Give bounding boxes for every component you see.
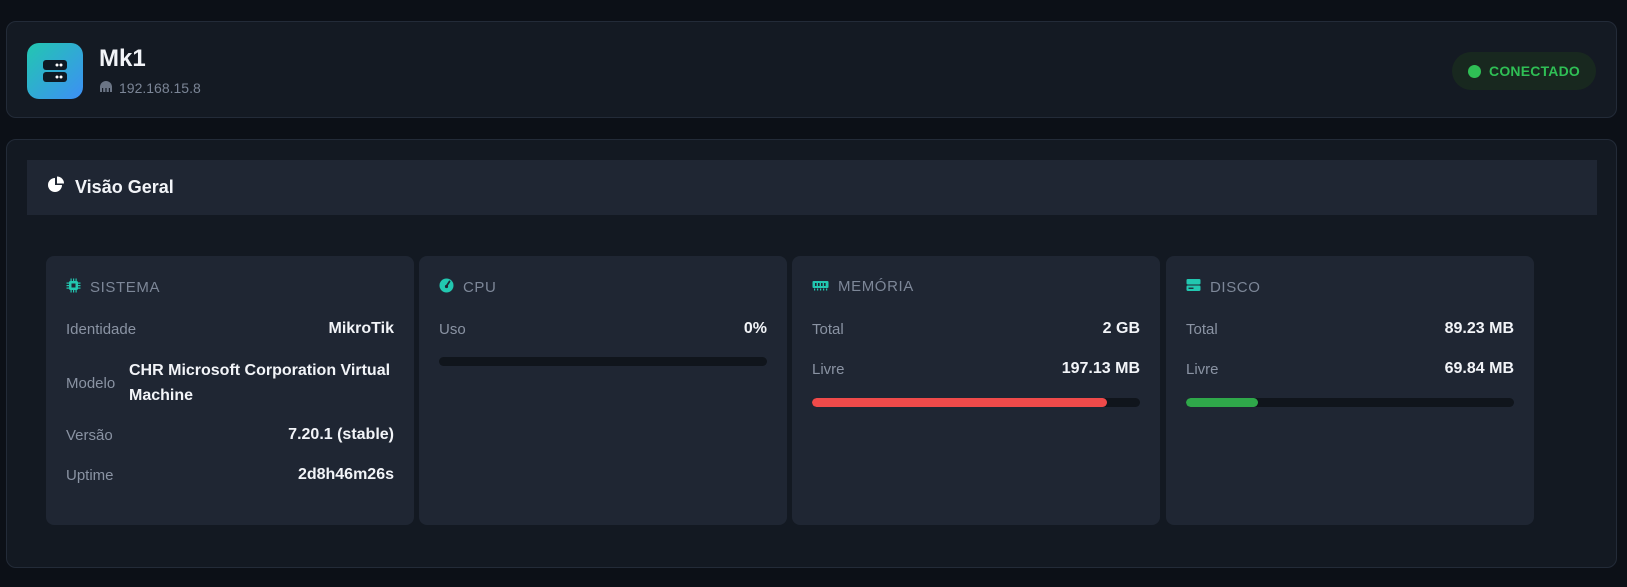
memory-icon xyxy=(812,278,829,295)
pie-chart-icon xyxy=(47,176,65,199)
disk-total-row: Total 89.23 MB xyxy=(1186,320,1514,338)
memory-total-row: Total 2 GB xyxy=(812,320,1140,338)
system-panel: SISTEMA Identidade MikroTik Modelo CHR M… xyxy=(46,256,414,525)
cpu-usage-value: 0% xyxy=(743,320,767,337)
disk-usage-bar xyxy=(1186,398,1514,407)
version-label: Versão xyxy=(66,426,113,444)
drive-icon xyxy=(1186,278,1201,296)
model-label: Modelo xyxy=(66,374,116,392)
section-header: Visão Geral xyxy=(27,160,1597,215)
network-icon xyxy=(99,80,113,96)
memory-usage-bar xyxy=(812,398,1140,407)
cpu-panel: CPU Uso 0% xyxy=(419,256,787,525)
memory-panel: MEMÓRIA Total 2 GB Livre 197.13 MB xyxy=(792,256,1160,525)
disk-total-value: 89.23 MB xyxy=(1444,320,1514,337)
gauge-icon xyxy=(439,278,454,297)
disk-free-value: 69.84 MB xyxy=(1444,360,1514,377)
memory-total-value: 2 GB xyxy=(1102,320,1140,337)
section-title: Visão Geral xyxy=(75,177,174,197)
ip-address-row: 192.168.15.8 xyxy=(99,80,201,96)
uptime-label: Uptime xyxy=(66,466,114,484)
version-value: 7.20.1 (stable) xyxy=(288,426,394,443)
disk-panel-header: DISCO xyxy=(1186,278,1261,296)
version-row: Versão 7.20.1 (stable) xyxy=(66,426,394,444)
disk-free-row: Livre 69.84 MB xyxy=(1186,360,1514,378)
status-dot-icon xyxy=(1468,64,1482,78)
identity-value: MikroTik xyxy=(328,320,395,337)
memory-total-label: Total xyxy=(812,320,844,338)
cpu-usage-bar xyxy=(439,357,767,366)
cpu-usage-row: Uso 0% xyxy=(439,320,767,338)
uptime-row: Uptime 2d8h46m26s xyxy=(66,466,394,484)
memory-usage-bar-fill xyxy=(812,398,1108,407)
cpu-usage-label: Uso xyxy=(439,320,466,338)
system-panel-header: SISTEMA xyxy=(66,278,160,297)
memory-free-label: Livre xyxy=(812,360,845,378)
memory-panel-title: MEMÓRIA xyxy=(838,278,914,295)
model-value: CHR Microsoft Corporation Virtual Machin… xyxy=(129,362,391,404)
disk-panel-title: DISCO xyxy=(1210,278,1261,296)
disk-free-label: Livre xyxy=(1186,360,1219,378)
chip-icon xyxy=(66,278,81,297)
server-icon xyxy=(27,43,83,99)
disk-usage-bar-fill xyxy=(1186,398,1259,407)
memory-free-value: 197.13 MB xyxy=(1061,360,1140,377)
system-panel-title: SISTEMA xyxy=(90,279,161,296)
device-header: Mk1 192.168.15.8 CONECTADO xyxy=(6,21,1617,118)
identity-label: Identidade xyxy=(66,320,137,338)
memory-free-row: Livre 197.13 MB xyxy=(812,360,1140,378)
identity-row: Identidade MikroTik xyxy=(66,320,394,338)
ip-address: 192.168.15.8 xyxy=(119,80,201,96)
connection-status-label: CONECTADO xyxy=(1489,63,1580,79)
connection-status-badge: CONECTADO xyxy=(1452,52,1596,90)
memory-panel-header: MEMÓRIA xyxy=(812,278,914,295)
device-name: Mk1 xyxy=(99,45,146,72)
disk-panel: DISCO Total 89.23 MB Livre 69.84 MB xyxy=(1166,256,1534,525)
cpu-panel-title: CPU xyxy=(463,279,497,296)
cpu-panel-header: CPU xyxy=(439,278,496,297)
disk-total-label: Total xyxy=(1186,320,1218,338)
uptime-value: 2d8h46m26s xyxy=(297,466,394,483)
model-row: Modelo CHR Microsoft Corporation Virtual… xyxy=(66,358,394,408)
overview-card: Visão Geral SISTEMA Identidade MikroTik … xyxy=(6,139,1617,568)
